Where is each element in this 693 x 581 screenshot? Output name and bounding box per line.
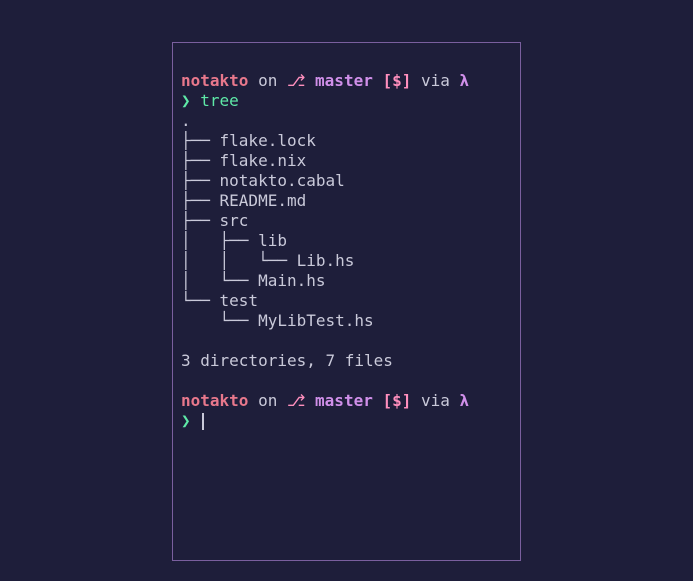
- lambda-icon: λ: [460, 71, 470, 90]
- prompt-symbol: ❯: [181, 91, 200, 110]
- git-branch-icon: ⎇: [287, 391, 305, 410]
- ps2-on: on: [248, 391, 287, 410]
- tree-line: │ │ └── Lib.hs: [181, 251, 354, 270]
- tree-line: │ └── Main.hs: [181, 271, 326, 290]
- tree-line: └── MyLibTest.hs: [181, 311, 374, 330]
- tree-line: └── test: [181, 291, 258, 310]
- terminal-window[interactable]: notakto on ⎇ master [$] via λ ❯ tree . ├…: [172, 42, 521, 561]
- lambda-icon: λ: [460, 391, 470, 410]
- ps2-dir: notakto: [181, 391, 248, 410]
- tree-line: ├── notakto.cabal: [181, 171, 345, 190]
- ps1-on: on: [248, 71, 287, 90]
- ps2-via: via: [411, 391, 459, 410]
- ps1-branch: master: [305, 71, 382, 90]
- tree-line: ├── README.md: [181, 191, 306, 210]
- ps2-branch: master: [305, 391, 382, 410]
- tree-line: ├── flake.lock: [181, 131, 316, 150]
- tree-line: │ ├── lib: [181, 231, 287, 250]
- tree-line: ├── flake.nix: [181, 151, 306, 170]
- tree-summary: 3 directories, 7 files: [181, 351, 393, 370]
- prompt-symbol: ❯: [181, 411, 200, 430]
- cursor[interactable]: [202, 413, 204, 430]
- ps1-dir: notakto: [181, 71, 248, 90]
- ps2-stash: [$]: [382, 391, 411, 410]
- ps1-via: via: [411, 71, 459, 90]
- tree-line: .: [181, 111, 191, 130]
- git-branch-icon: ⎇: [287, 71, 305, 90]
- tree-line: ├── src: [181, 211, 248, 230]
- command-text: tree: [200, 91, 239, 110]
- ps1-stash: [$]: [382, 71, 411, 90]
